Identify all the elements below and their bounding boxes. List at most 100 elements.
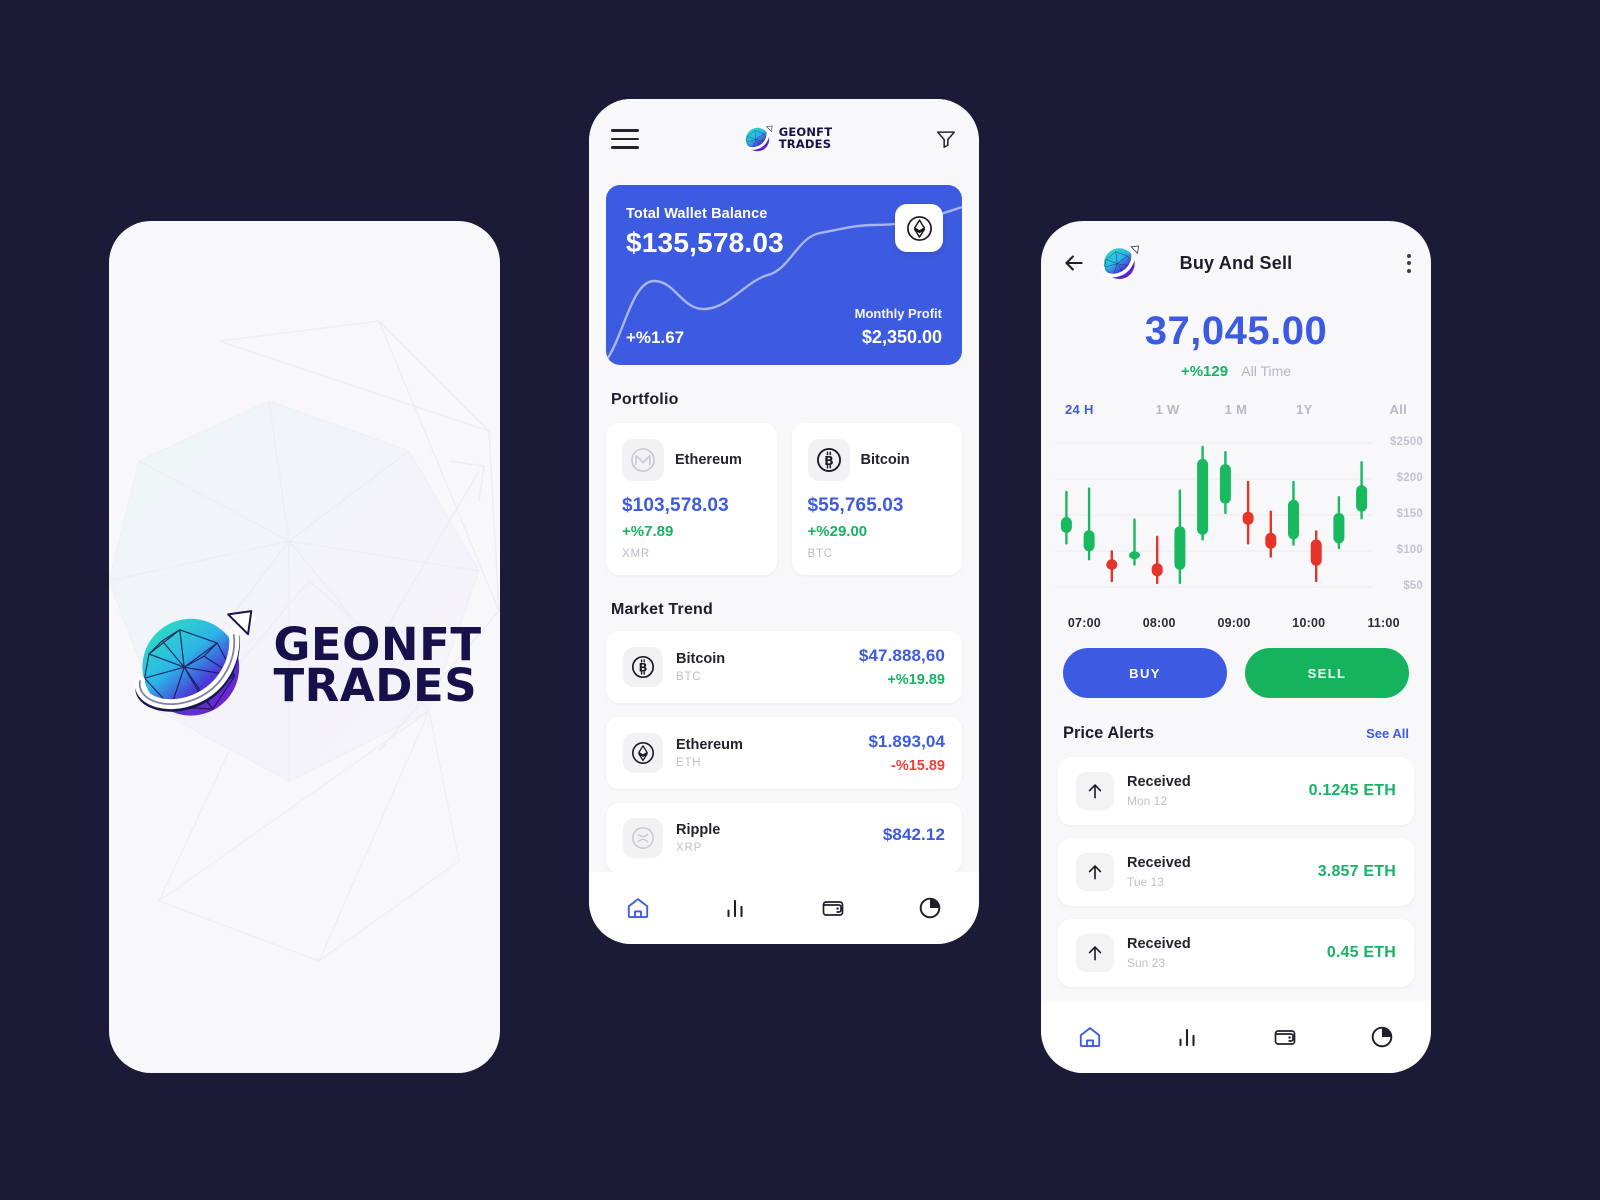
monero-icon: [622, 439, 664, 481]
portfolio-card-ethereum[interactable]: Ethereum $103,578.03 +%7.89 XMR: [606, 423, 777, 575]
see-all-link[interactable]: See All: [1366, 726, 1409, 741]
alert-date: Mon 12: [1127, 794, 1168, 808]
market-trend-symbol: ETH: [676, 757, 702, 769]
market-trend-change: +%19.89: [887, 672, 945, 688]
market-trend-value: $1.893,04: [868, 732, 945, 751]
sell-button[interactable]: SELL: [1245, 648, 1409, 698]
monthly-profit: Monthly Profit $2,350.00: [855, 306, 942, 348]
alert-amount: 3.857 ETH: [1317, 863, 1396, 880]
chart-x-tick: 08:00: [1142, 616, 1176, 630]
alert-amount: 0.45 ETH: [1326, 944, 1396, 961]
wallet-phone: GEONFT TRADES Total Wallet Balance $135,…: [589, 99, 979, 944]
alert-text: Received Mon 12: [1127, 774, 1191, 808]
funnel-filter-icon[interactable]: [935, 128, 957, 150]
candlestick-chart[interactable]: $2500 $200 $150 $100 $50 07:00 08:00 09:00 10:0…: [1041, 435, 1431, 630]
wallet-bottom-tabbar: [589, 872, 979, 944]
balance-change: +%1.67: [626, 328, 685, 347]
market-trend-values: $1.893,04 -%15.89: [868, 732, 945, 774]
monthly-profit-value: $2,350.00: [861, 327, 942, 347]
portfolio-card-header: B Bitcoin: [807, 439, 947, 481]
range-1w[interactable]: 1 W: [1133, 402, 1201, 417]
brand-line-2: TRADES: [273, 659, 478, 712]
market-trend-text: Bitcoin BTC: [676, 651, 725, 683]
hamburger-menu-icon[interactable]: [611, 129, 639, 149]
tab-statistics[interactable]: [687, 895, 785, 921]
buy-button[interactable]: BUY: [1063, 648, 1227, 698]
arrow-up-icon: [1076, 934, 1114, 972]
tab-analytics[interactable]: [882, 895, 980, 921]
alert-text: Received Tue 13: [1127, 855, 1191, 889]
alert-text: Received Sun 23: [1127, 936, 1191, 970]
market-trend-value: $842.12: [882, 825, 945, 844]
ethereum-badge[interactable]: [895, 204, 943, 252]
portfolio-card-price: $55,765.03: [807, 495, 904, 516]
alert-label: Received: [1127, 936, 1191, 952]
bar-chart-icon: [727, 899, 743, 918]
alert-label: Received: [1127, 774, 1191, 790]
bitcoin-icon: B: [807, 439, 850, 481]
price-change-period: All Time: [1241, 363, 1292, 379]
geonft-globe-arrow-logo: [1101, 245, 1139, 280]
pie-chart-icon: [919, 897, 941, 919]
market-trend-text: Ethereum ETH: [676, 737, 743, 769]
market-trend-row[interactable]: B Bitcoin BTC $47.888,60 +%19.89: [606, 631, 962, 703]
geonft-globe-arrow-logo: [743, 125, 773, 152]
trade-phone: Buy And Sell 37,045.00 +%129 All Time 24…: [1041, 221, 1431, 1073]
alert-row[interactable]: Received Tue 13 3.857 ETH: [1058, 838, 1414, 906]
tab-analytics[interactable]: [1334, 1024, 1432, 1050]
portfolio-section-title: Portfolio: [611, 391, 679, 408]
portfolio-card-name: Ethereum: [675, 452, 742, 468]
tab-home[interactable]: [589, 895, 687, 921]
alert-row[interactable]: Received Sun 23 0.45 ETH: [1058, 919, 1414, 987]
kebab-menu-icon[interactable]: [1407, 253, 1411, 273]
total-wallet-balance-card[interactable]: Total Wallet Balance $135,578.03 +%1.67 …: [606, 185, 962, 365]
bar-chart-icon: [1179, 1028, 1195, 1047]
bitcoin-icon: B: [623, 647, 663, 687]
wallet-icon: [822, 901, 844, 916]
tab-statistics[interactable]: [1139, 1024, 1237, 1050]
arrow-up-icon: [1076, 853, 1114, 891]
brand-wordmark: GEONFT TRADES: [273, 621, 481, 712]
splash-phone: GEONFT TRADES: [109, 221, 500, 1073]
market-trend-value: $47.888,60: [858, 646, 945, 665]
chart-x-tick: 11:00: [1367, 616, 1400, 630]
portfolio-card-symbol: XMR: [622, 548, 650, 560]
range-1y[interactable]: 1Y: [1270, 402, 1338, 417]
portfolio-card-change: +%7.89: [622, 523, 674, 540]
range-24h[interactable]: 24 H: [1065, 402, 1133, 417]
tab-wallet[interactable]: [784, 894, 882, 922]
market-trend-text: Ripple XRP: [676, 822, 720, 854]
arrow-up-icon: [1076, 772, 1114, 810]
portfolio-card-header: Ethereum: [622, 439, 761, 481]
portfolio-card-bitcoin[interactable]: B Bitcoin $55,765.03 +%29.00 BTC: [791, 423, 962, 575]
tab-wallet[interactable]: [1236, 1023, 1334, 1051]
range-all[interactable]: All: [1339, 402, 1407, 417]
alert-label: Received: [1127, 855, 1191, 871]
alert-row[interactable]: Received Mon 12 0.1245 ETH: [1058, 757, 1414, 825]
ethereum-icon: [906, 215, 932, 241]
monthly-profit-label: Monthly Profit: [854, 306, 942, 321]
chart-x-tick: 10:00: [1292, 616, 1326, 630]
range-1m[interactable]: 1 M: [1202, 402, 1270, 417]
portfolio-card-name: Bitcoin: [860, 452, 910, 468]
market-trend-symbol: XRP: [676, 842, 703, 854]
chart-y-axis-labels: $2500 $200 $150 $100 $50: [1371, 435, 1423, 595]
market-trend-values: $47.888,60 +%19.89: [859, 646, 945, 688]
market-trend-row[interactable]: Ethereum ETH $1.893,04 -%15.89: [606, 717, 962, 789]
alert-date: Tue 13: [1127, 875, 1164, 889]
back-arrow-icon[interactable]: [1061, 250, 1087, 276]
price-change-row: +%129 All Time: [1041, 363, 1431, 380]
portfolio-card-symbol: BTC: [807, 548, 833, 560]
chart-x-tick: 07:00: [1067, 616, 1101, 630]
home-icon: [1079, 1027, 1100, 1048]
market-trend-symbol: BTC: [676, 671, 702, 683]
tab-home[interactable]: [1041, 1024, 1139, 1050]
alert-amount: 0.1245 ETH: [1308, 782, 1396, 799]
brand-logo-lockup: GEONFT TRADES: [127, 599, 481, 731]
pie-chart-icon: [1371, 1026, 1393, 1048]
current-price: 37,045.00: [1144, 309, 1328, 353]
alert-date: Sun 23: [1127, 956, 1166, 970]
chart-y-tick: $50: [1403, 580, 1423, 592]
market-trend-row[interactable]: Ripple XRP $842.12: [606, 803, 962, 873]
chart-x-tick: 09:00: [1217, 616, 1251, 630]
